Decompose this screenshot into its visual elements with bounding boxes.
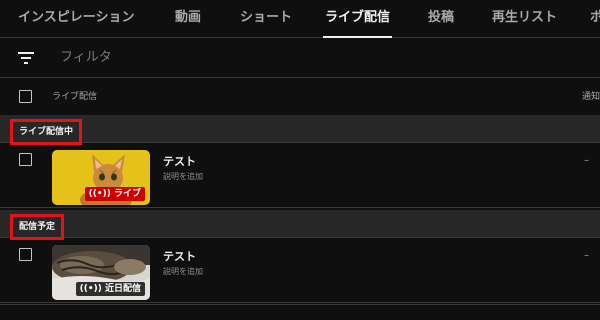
tab-shorts[interactable]: ショート <box>240 0 292 37</box>
section-label-upcoming: 配信予定 <box>10 214 65 240</box>
row-title[interactable]: テスト <box>163 248 196 264</box>
table-header: ライブ配信 通知 <box>0 78 600 116</box>
tab-live[interactable]: ライブ配信 <box>322 0 393 38</box>
row-title[interactable]: テスト <box>163 153 196 169</box>
table-row[interactable]: ((•)) ライブ テスト 説明を追加 – <box>0 143 600 208</box>
row-notification-value: – <box>584 250 589 261</box>
live-badge: ((•)) ライブ <box>84 187 145 201</box>
live-broadcast-icon: ((•)) <box>79 284 105 294</box>
filter-bar <box>0 38 600 78</box>
row-notification-value: – <box>584 155 589 166</box>
row-checkbox[interactable] <box>19 248 32 261</box>
tab-podcasts[interactable]: ポ <box>590 0 600 37</box>
video-thumbnail[interactable]: ((•)) 近日配信 <box>52 245 150 300</box>
filter-input[interactable] <box>60 47 360 67</box>
column-header-live: ライブ配信 <box>52 92 98 102</box>
section-label-live-now: ライブ配信中 <box>10 119 83 145</box>
row-checkbox[interactable] <box>19 153 32 166</box>
column-header-notifications[interactable]: 通知 <box>582 89 600 102</box>
table-row[interactable]: ((•)) 近日配信 テスト 説明を追加 – <box>0 238 600 303</box>
row-description[interactable]: 説明を追加 <box>163 171 203 182</box>
upcoming-badge: ((•)) 近日配信 <box>75 282 145 296</box>
row-description[interactable]: 説明を追加 <box>163 266 203 277</box>
tab-inspiration[interactable]: インスピレーション <box>18 0 134 37</box>
section-live-now: ライブ配信中 <box>0 115 600 145</box>
select-all-checkbox[interactable] <box>19 90 32 103</box>
tab-posts[interactable]: 投稿 <box>428 0 454 37</box>
tab-playlists[interactable]: 再生リスト <box>492 0 557 37</box>
filter-icon[interactable] <box>18 52 34 64</box>
section-upcoming: 配信予定 <box>0 210 600 240</box>
live-broadcast-icon: ((•)) <box>88 189 114 199</box>
tab-videos[interactable]: 動画 <box>175 0 201 37</box>
divider <box>0 304 600 305</box>
video-thumbnail[interactable]: ((•)) ライブ <box>52 150 150 205</box>
channel-tabs: インスピレーション 動画 ショート ライブ配信 投稿 再生リスト ポ <box>0 0 600 38</box>
